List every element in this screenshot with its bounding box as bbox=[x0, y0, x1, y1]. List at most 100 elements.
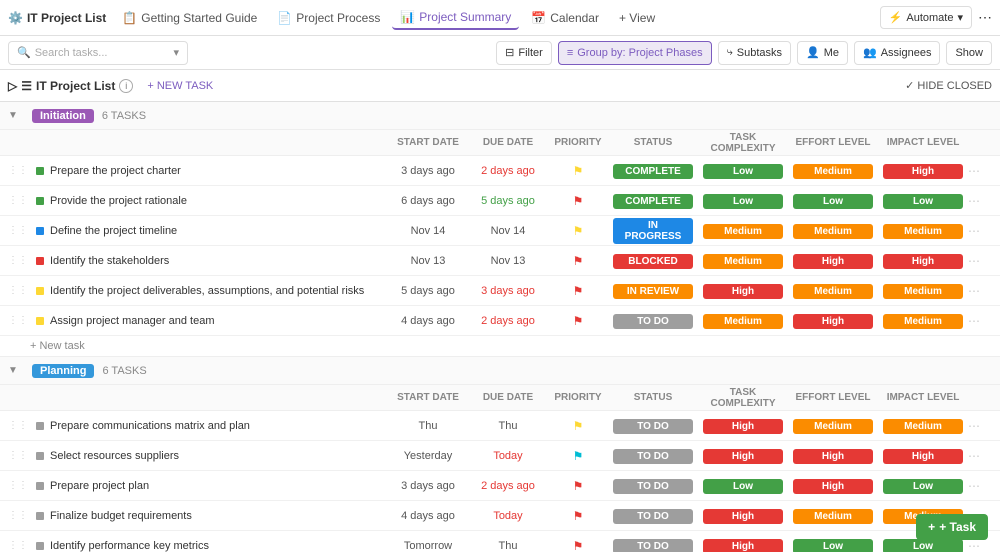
effort-badge: Medium bbox=[793, 509, 873, 524]
search-box[interactable]: 🔍 Search tasks... ▾ bbox=[8, 41, 188, 65]
subtasks-button[interactable]: ⤷ Subtasks bbox=[718, 41, 791, 65]
doc-icon2: 📄 bbox=[277, 11, 292, 25]
task-label: Identify the project deliverables, assum… bbox=[50, 285, 364, 297]
table-row[interactable]: ⋮⋮ Prepare communications matrix and pla… bbox=[0, 411, 1000, 441]
task-complexity: High bbox=[698, 508, 788, 524]
table-row[interactable]: ⋮⋮ Provide the project rationale 6 days … bbox=[0, 186, 1000, 216]
assignees-icon: 👥 bbox=[863, 46, 877, 59]
task-name: ⋮⋮ Identify the stakeholders bbox=[8, 255, 388, 267]
task-more-button[interactable]: ⋯ bbox=[968, 449, 992, 463]
share-button[interactable]: ⋯ bbox=[978, 9, 992, 26]
assignees-button[interactable]: 👥 Assignees bbox=[854, 41, 940, 65]
table-row[interactable]: ⋮⋮ Prepare project plan 3 days ago 2 day… bbox=[0, 471, 1000, 501]
plus-icon: + bbox=[928, 520, 935, 534]
task-label: Prepare the project charter bbox=[50, 165, 181, 177]
impact-badge: High bbox=[883, 254, 963, 269]
task-impact: Medium bbox=[878, 418, 968, 434]
table-row[interactable]: ⋮⋮ Identify performance key metrics Tomo… bbox=[0, 531, 1000, 552]
table-row[interactable]: ⋮⋮ Finalize budget requirements 4 days a… bbox=[0, 501, 1000, 531]
collapse-phase-planning[interactable]: ▼ bbox=[8, 365, 24, 376]
phase-badge-initiation: Initiation bbox=[32, 109, 94, 123]
task-more-button[interactable]: ⋯ bbox=[968, 314, 992, 328]
more-icon: ⋯ bbox=[968, 254, 980, 268]
table-row[interactable]: ⋮⋮ Identify the stakeholders Nov 13 Nov … bbox=[0, 246, 1000, 276]
task-start-date: Nov 14 bbox=[388, 225, 468, 237]
task-effort: Medium bbox=[788, 418, 878, 434]
task-name: ⋮⋮ Select resources suppliers bbox=[8, 450, 388, 462]
task-complexity: Low bbox=[698, 163, 788, 179]
col-headers-initiation: START DATE DUE DATE PRIORITY STATUS TASK… bbox=[0, 130, 1000, 156]
task-status: COMPLETE bbox=[608, 193, 698, 209]
tab-getting-started[interactable]: 📋 Getting Started Guide bbox=[114, 7, 265, 29]
task-more-button[interactable]: ⋯ bbox=[968, 224, 992, 238]
tab-view[interactable]: + View bbox=[611, 7, 663, 29]
phase-count-initiation: 6 TASKS bbox=[102, 110, 146, 122]
effort-badge: Medium bbox=[793, 224, 873, 239]
new-task-button[interactable]: + NEW TASK bbox=[141, 78, 219, 94]
task-start-date: 5 days ago bbox=[388, 285, 468, 297]
collapse-phase-initiation[interactable]: ▼ bbox=[8, 110, 24, 121]
top-nav: ⚙️ IT Project List 📋 Getting Started Gui… bbox=[0, 0, 1000, 36]
task-color-indicator bbox=[36, 287, 44, 295]
chevron-down-icon: ▾ bbox=[957, 11, 963, 24]
automate-button[interactable]: ⚡ Automate ▾ bbox=[880, 6, 972, 29]
tab-project-process[interactable]: 📄 Project Process bbox=[269, 7, 388, 29]
col-due-header: DUE DATE bbox=[468, 392, 548, 403]
task-status: IN REVIEW bbox=[608, 283, 698, 299]
me-button[interactable]: 👤 Me bbox=[797, 41, 848, 65]
add-task-button[interactable]: + + Task bbox=[916, 514, 988, 540]
priority-flag-icon: ⚑ bbox=[573, 419, 584, 433]
table-row[interactable]: ⋮⋮ Assign project manager and team 4 day… bbox=[0, 306, 1000, 336]
task-priority: ⚑ bbox=[548, 284, 608, 298]
toolbar: 🔍 Search tasks... ▾ ⊟ Filter ≡ Group by:… bbox=[0, 36, 1000, 70]
filter-icon: ⊟ bbox=[505, 46, 514, 59]
task-effort: Medium bbox=[788, 508, 878, 524]
task-more-button[interactable]: ⋯ bbox=[968, 254, 992, 268]
effort-badge: Medium bbox=[793, 419, 873, 434]
col-status-header: STATUS bbox=[608, 137, 698, 148]
phase-count-planning: 6 TASKS bbox=[102, 365, 146, 377]
table-row[interactable]: ⋮⋮ Prepare the project charter 3 days ag… bbox=[0, 156, 1000, 186]
more-icon: ⋯ bbox=[968, 539, 980, 552]
task-color-indicator bbox=[36, 542, 44, 550]
task-status: IN PROGRESS bbox=[608, 218, 698, 244]
task-more-button[interactable]: ⋯ bbox=[968, 419, 992, 433]
task-complexity: Low bbox=[698, 193, 788, 209]
table-row[interactable]: ⋮⋮ Identify the project deliverables, as… bbox=[0, 276, 1000, 306]
task-more-button[interactable]: ⋯ bbox=[968, 194, 992, 208]
impact-badge: Medium bbox=[883, 419, 963, 434]
hide-closed-button[interactable]: ✓ HIDE CLOSED bbox=[905, 79, 992, 92]
tab-calendar[interactable]: 📅 Calendar bbox=[523, 7, 607, 29]
add-task-row[interactable]: + New task bbox=[0, 336, 1000, 356]
tab-project-summary[interactable]: 📊 Project Summary bbox=[392, 6, 519, 30]
table-row[interactable]: ⋮⋮ Define the project timeline Nov 14 No… bbox=[0, 216, 1000, 246]
drag-handle: ⋮⋮ bbox=[8, 480, 28, 491]
task-status: TO DO bbox=[608, 448, 698, 464]
priority-flag-icon: ⚑ bbox=[573, 284, 584, 298]
priority-flag-icon: ⚑ bbox=[573, 509, 584, 523]
table-row[interactable]: ⋮⋮ Select resources suppliers Yesterday … bbox=[0, 441, 1000, 471]
collapse-project-icon[interactable]: ▷ bbox=[8, 79, 17, 93]
task-complexity: High bbox=[698, 283, 788, 299]
col-start-header: START DATE bbox=[388, 392, 468, 403]
task-more-button[interactable]: ⋯ bbox=[968, 284, 992, 298]
show-button[interactable]: Show bbox=[946, 41, 992, 65]
more-icon: ⋯ bbox=[968, 164, 980, 178]
me-icon: 👤 bbox=[806, 46, 820, 59]
task-priority: ⚑ bbox=[548, 194, 608, 208]
drag-handle: ⋮⋮ bbox=[8, 420, 28, 431]
impact-badge: Low bbox=[883, 539, 963, 552]
task-more-button[interactable]: ⋯ bbox=[968, 539, 992, 552]
task-priority: ⚑ bbox=[548, 539, 608, 552]
group-by-button[interactable]: ≡ Group by: Project Phases bbox=[558, 41, 712, 65]
task-due-date: 2 days ago bbox=[468, 165, 548, 177]
filter-button[interactable]: ⊟ Filter bbox=[496, 41, 552, 65]
task-label: Identify the stakeholders bbox=[50, 255, 169, 267]
task-more-button[interactable]: ⋯ bbox=[968, 164, 992, 178]
col-effort-header: EFFORT LEVEL bbox=[788, 137, 878, 148]
task-color-indicator bbox=[36, 227, 44, 235]
more-icon: ⋯ bbox=[968, 194, 980, 208]
phase-planning: ▼ Planning 6 TASKS START DATE DUE DATE P… bbox=[0, 357, 1000, 552]
task-priority: ⚑ bbox=[548, 479, 608, 493]
task-more-button[interactable]: ⋯ bbox=[968, 479, 992, 493]
